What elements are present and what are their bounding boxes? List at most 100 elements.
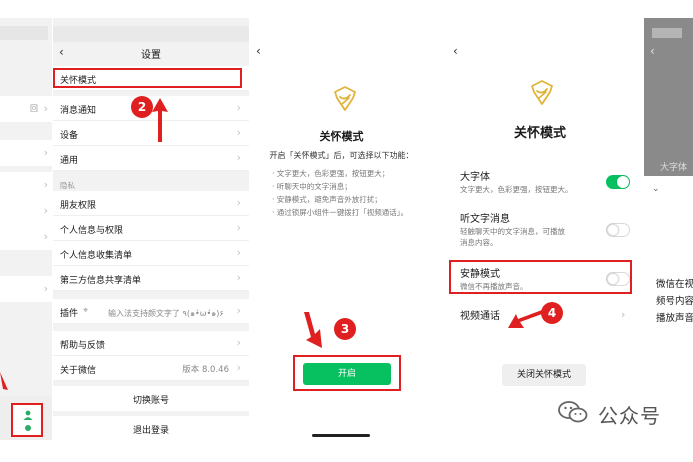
settings-item-label: 消息通知 [60, 106, 97, 116]
qr-code-icon: 回 [30, 104, 38, 113]
chevron-right-icon: › [236, 304, 241, 317]
me-row[interactable]: › [0, 198, 52, 224]
blurred-status-bar [53, 26, 249, 42]
watermark-text: 公众号 [598, 404, 661, 428]
toggle-knob [617, 176, 629, 188]
me-row[interactable]: › [0, 224, 52, 250]
sheet-text-line: 微信在视 [656, 279, 693, 290]
feature-item: · 安静模式，避免声音外放打扰； [272, 195, 382, 204]
chevron-right-icon: › [43, 146, 48, 159]
settings-item-personal-info[interactable]: 个人信息与权限 › [53, 216, 249, 241]
blurred-status-bar [0, 26, 48, 40]
toggle-knob [607, 224, 619, 236]
chevron-right-icon: › [236, 246, 241, 259]
chevron-right-icon: › [43, 282, 48, 295]
care-mode-logo-icon [531, 80, 553, 105]
settings-item-plugins[interactable]: 插件 ⌖ 输入法支持颜文字了 ٩(๑•̀ω•́๑)۶ › [53, 299, 249, 324]
chevron-down-icon[interactable]: ⌄ [652, 184, 660, 194]
pointer-arrow [0, 372, 8, 390]
intro-text: 开启「关怀模式」后，可选择以下功能： [269, 151, 414, 160]
tutorial-canvas: 回 › › › › › › ‹ 设置 关怀模式 消息通知 › 设备 › 通用 ›… [0, 0, 693, 462]
option-title-large-font: 大字体 [460, 172, 490, 183]
quiet-mode-highlight-box [449, 260, 632, 294]
listen-text-toggle[interactable] [606, 223, 630, 237]
wechat-logo-icon [558, 401, 588, 423]
switch-account-button[interactable]: 切换账号 [53, 386, 249, 411]
feature-item: · 听聊天中的文字消息； [272, 182, 352, 191]
settings-item-label: 帮助与反馈 [60, 341, 106, 351]
settings-item-info-collection[interactable]: 个人信息收集清单 › [53, 241, 249, 266]
chevron-right-icon: › [236, 126, 241, 139]
chevron-right-icon: › [236, 361, 241, 374]
enable-care-mode-button[interactable]: 开启 [303, 363, 391, 385]
sheet-text-line: 频号内容 [656, 296, 693, 307]
option-title-listen-text: 听文字消息 [460, 214, 510, 225]
chevron-right-icon: › [236, 221, 241, 234]
chevron-right-icon: › [236, 101, 241, 114]
settings-panel: ‹ 设置 关怀模式 消息通知 › 设备 › 通用 › 隐私 朋友权限 › 个人信… [53, 18, 249, 440]
settings-item-label: 插件 [60, 309, 79, 319]
chevron-right-icon: › [236, 271, 241, 284]
care-mode-intro-panel: ‹ 关怀模式 开启「关怀模式」后，可选择以下功能： · 文字更大，色彩更强，按钮… [250, 18, 433, 440]
blurred-status-bar [652, 28, 682, 38]
settings-nav-bar: ‹ 设置 [53, 42, 249, 64]
settings-item-label: 个人信息与权限 [60, 226, 124, 236]
feature-item: · 通过锁屏小组件一键拨打「视频通话」。 [272, 208, 409, 217]
chevron-right-icon: › [236, 336, 241, 349]
pointer-arrow [152, 98, 168, 142]
version-text: 版本 8.0.46 [182, 365, 229, 375]
settings-item-label: 朋友权限 [60, 201, 97, 211]
tab-me[interactable] [11, 403, 43, 437]
chevron-right-icon: › [43, 230, 48, 243]
care-mode-logo-icon [334, 86, 356, 111]
chevron-right-icon: › [43, 178, 48, 191]
me-row[interactable]: › [0, 276, 52, 302]
settings-item-help[interactable]: 帮助与反馈 › [53, 331, 249, 356]
back-icon[interactable]: ‹ [453, 44, 458, 58]
chevron-right-icon: › [43, 102, 48, 115]
close-care-mode-button[interactable]: 关闭关怀模式 [502, 364, 586, 386]
settings-item-label: 通用 [60, 156, 79, 166]
care-mode-settings-panel: ‹ 关怀模式 大字体 文字更大，色彩更强，按钮更大。 听文字消息 轻触聊天中的文… [445, 18, 635, 440]
settings-item-label: 设备 [60, 131, 79, 141]
privacy-section-header: 隐私 [60, 181, 75, 190]
logout-button[interactable]: 退出登录 [53, 416, 249, 440]
step-badge-4: 4 [541, 302, 563, 324]
dimmed-title: 大字体 [660, 163, 688, 173]
care-mode-highlight-box [53, 68, 242, 88]
settings-item-about[interactable]: 关于微信 版本 8.0.46 › [53, 356, 249, 381]
settings-item-general[interactable]: 通用 › [53, 146, 249, 171]
pointer-arrow [304, 312, 322, 348]
settings-item-third-party-sharing[interactable]: 第三方信息共享清单 › [53, 266, 249, 291]
step-badge-3: 3 [334, 318, 356, 340]
video-call-item[interactable]: 视频通话 [460, 307, 500, 322]
plugin-hint-text: 输入法支持颜文字了 ٩(๑•̀ω•́๑)۶ [108, 309, 224, 318]
pointer-arrow [508, 310, 542, 328]
chevron-right-icon: › [236, 196, 241, 209]
button-label: 退出登录 [132, 426, 169, 436]
me-row[interactable]: › [0, 172, 52, 198]
me-row[interactable]: › [0, 140, 52, 166]
button-label: 切换账号 [132, 396, 169, 406]
settings-item-label: 关于微信 [60, 366, 97, 376]
home-indicator [312, 434, 370, 437]
chevron-right-icon: › [621, 308, 626, 321]
large-font-toggle[interactable] [606, 175, 630, 189]
back-icon[interactable]: ‹ [256, 44, 261, 58]
settings-item-label: 第三方信息共享清单 [60, 276, 142, 286]
option-desc: 轻触聊天中的文字消息，可播放 消息内容。 [460, 227, 565, 247]
dimmed-background: ‹ 大字体 [644, 18, 693, 176]
back-icon: ‹ [650, 44, 655, 58]
feature-item: · 文字更大，色彩更强，按钮更大； [272, 169, 390, 178]
option-desc: 文字更大，色彩更强，按钮更大。 [460, 185, 573, 194]
settings-item-label: 个人信息收集清单 [60, 251, 133, 261]
chevron-right-icon: › [43, 204, 48, 217]
me-row[interactable]: 回 › [0, 96, 52, 122]
me-page-panel: 回 › › › › › › [0, 18, 52, 440]
settings-item-friend-permissions[interactable]: 朋友权限 › [53, 191, 249, 216]
quiet-mode-sheet-panel: ‹ 大字体 ⌄ 微信在视 频号内容 播放声音 [644, 18, 693, 440]
tab-me-dot [25, 425, 31, 431]
sheet-text-line: 播放声音 [656, 313, 693, 324]
page-title: 关怀模式 [513, 126, 566, 141]
location-pin-icon: ⌖ [83, 306, 89, 316]
